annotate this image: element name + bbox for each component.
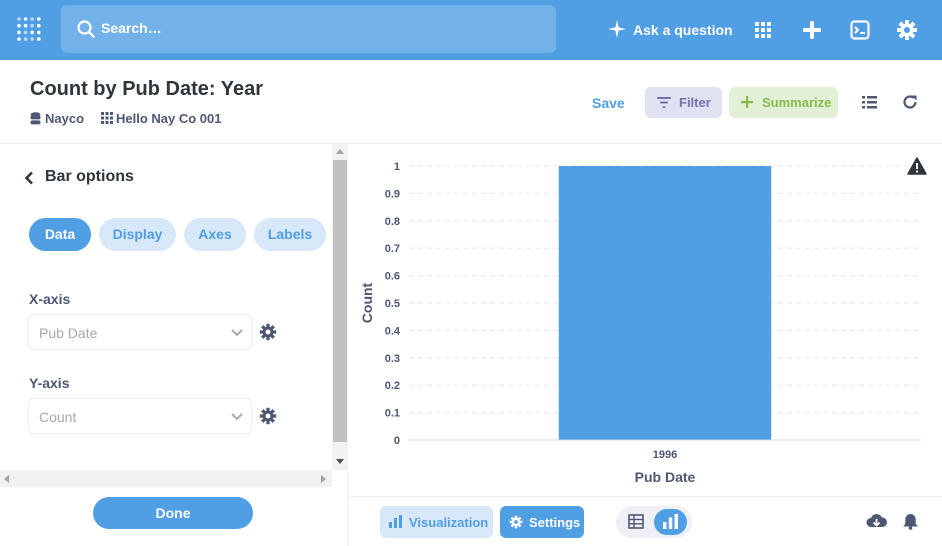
add-icon[interactable] <box>801 19 823 41</box>
filter-button[interactable]: Filter <box>645 87 722 118</box>
visualization-button[interactable]: Visualization <box>380 506 493 538</box>
chevron-left-icon <box>24 171 33 185</box>
y-tick-label: 0 <box>394 435 400 447</box>
database-name: Nayco <box>45 111 85 126</box>
tab-display[interactable]: Display <box>99 218 176 251</box>
question-title[interactable]: Count by Pub Date: Year <box>30 78 263 101</box>
chevron-down-icon <box>231 329 243 337</box>
search-bar[interactable]: Search… <box>61 5 556 53</box>
settings-button[interactable]: Settings <box>500 506 584 538</box>
tab-labels[interactable]: Labels <box>254 218 326 251</box>
sidebar-horizontal-scrollbar[interactable] <box>0 470 332 487</box>
bar-chart-icon <box>663 514 678 529</box>
top-navigation-bar: Search… Ask a question <box>0 0 942 60</box>
y-axis-title: Count <box>359 282 375 323</box>
sql-editor-icon[interactable] <box>849 19 871 41</box>
search-icon <box>77 20 95 38</box>
y-tick-label: 1 <box>394 161 400 173</box>
sidebar-vertical-scrollbar[interactable] <box>332 144 348 470</box>
database-icon <box>30 112 41 125</box>
y-tick-label: 0.1 <box>385 408 400 420</box>
scroll-up-arrow-icon[interactable] <box>336 149 344 154</box>
x-axis-title: Pub Date <box>635 469 696 485</box>
question-footer: Visualization Settings <box>349 496 942 546</box>
summarize-button[interactable]: Summarize <box>729 87 838 118</box>
metabase-logo-icon[interactable] <box>16 16 42 44</box>
tab-data[interactable]: Data <box>29 218 91 251</box>
y-tick-label: 0.7 <box>385 243 400 255</box>
x-axis-gear-icon[interactable] <box>259 323 277 341</box>
x-tick-label: 1996 <box>653 449 677 461</box>
grid-apps-icon[interactable] <box>752 19 774 41</box>
save-button[interactable]: Save <box>592 95 625 111</box>
settings-label: Settings <box>529 515 581 530</box>
x-axis-select[interactable]: Pub Date <box>28 314 252 350</box>
bar-options-title: Bar options <box>45 168 134 185</box>
chart-view-button[interactable] <box>654 509 687 535</box>
settings-gear-icon[interactable] <box>896 19 918 41</box>
visualization-label: Visualization <box>409 515 489 530</box>
sparkle-icon <box>608 20 626 38</box>
plus-icon <box>741 96 753 108</box>
filter-icon <box>657 97 671 108</box>
y-tick-label: 0.5 <box>385 298 400 310</box>
y-tick-label: 0.8 <box>385 216 400 228</box>
bar <box>558 166 772 440</box>
y-tick-label: 0.3 <box>385 353 400 365</box>
table-chart-toggle[interactable] <box>616 506 692 538</box>
y-axis-value: Count <box>39 409 77 425</box>
done-button[interactable]: Done <box>93 497 253 529</box>
summarize-label: Summarize <box>762 95 832 110</box>
chevron-down-icon <box>231 413 243 421</box>
chart-settings-sidebar: Bar options Data Display Axes Labels X-a… <box>0 144 348 546</box>
filter-label: Filter <box>679 95 711 110</box>
x-axis-value: Pub Date <box>39 325 98 341</box>
gear-icon <box>509 515 523 529</box>
y-axis-label: Y-axis <box>29 375 70 391</box>
scroll-down-arrow-icon[interactable] <box>336 459 344 464</box>
table-grid-icon <box>101 112 113 124</box>
search-placeholder: Search… <box>101 20 162 36</box>
y-tick-label: 0.4 <box>385 325 401 337</box>
ask-question-label: Ask a question <box>633 22 733 38</box>
download-icon[interactable] <box>866 513 887 530</box>
scroll-left-arrow-icon[interactable] <box>4 475 9 483</box>
chart-area: 0 0.1 0.2 0.3 0.4 0.5 0.6 0.7 0.8 0.9 1 1996 Pub Dat… <box>349 144 942 496</box>
x-axis-label: X-axis <box>29 291 71 307</box>
table-view-icon[interactable] <box>628 514 644 529</box>
bar-chart: 0 0.1 0.2 0.3 0.4 0.5 0.6 0.7 0.8 0.9 1 1996 Pub Dat… <box>359 157 927 485</box>
refresh-icon[interactable] <box>901 93 919 111</box>
y-axis-select[interactable]: Count <box>28 398 252 434</box>
table-name: Hello Nay Co 001 <box>116 111 222 126</box>
bell-alert-icon[interactable] <box>902 513 919 530</box>
vertical-scroll-thumb[interactable] <box>333 160 347 442</box>
bar-chart-icon <box>389 515 402 528</box>
y-axis-gear-icon[interactable] <box>259 407 277 425</box>
notebook-list-icon[interactable] <box>861 93 879 111</box>
y-tick-label: 0.9 <box>385 188 400 200</box>
scroll-right-arrow-icon[interactable] <box>321 475 326 483</box>
tab-axes[interactable]: Axes <box>184 218 246 251</box>
y-tick-label: 0.6 <box>385 271 400 283</box>
y-tick-label: 0.2 <box>385 380 400 392</box>
warning-icon[interactable] <box>907 157 927 175</box>
